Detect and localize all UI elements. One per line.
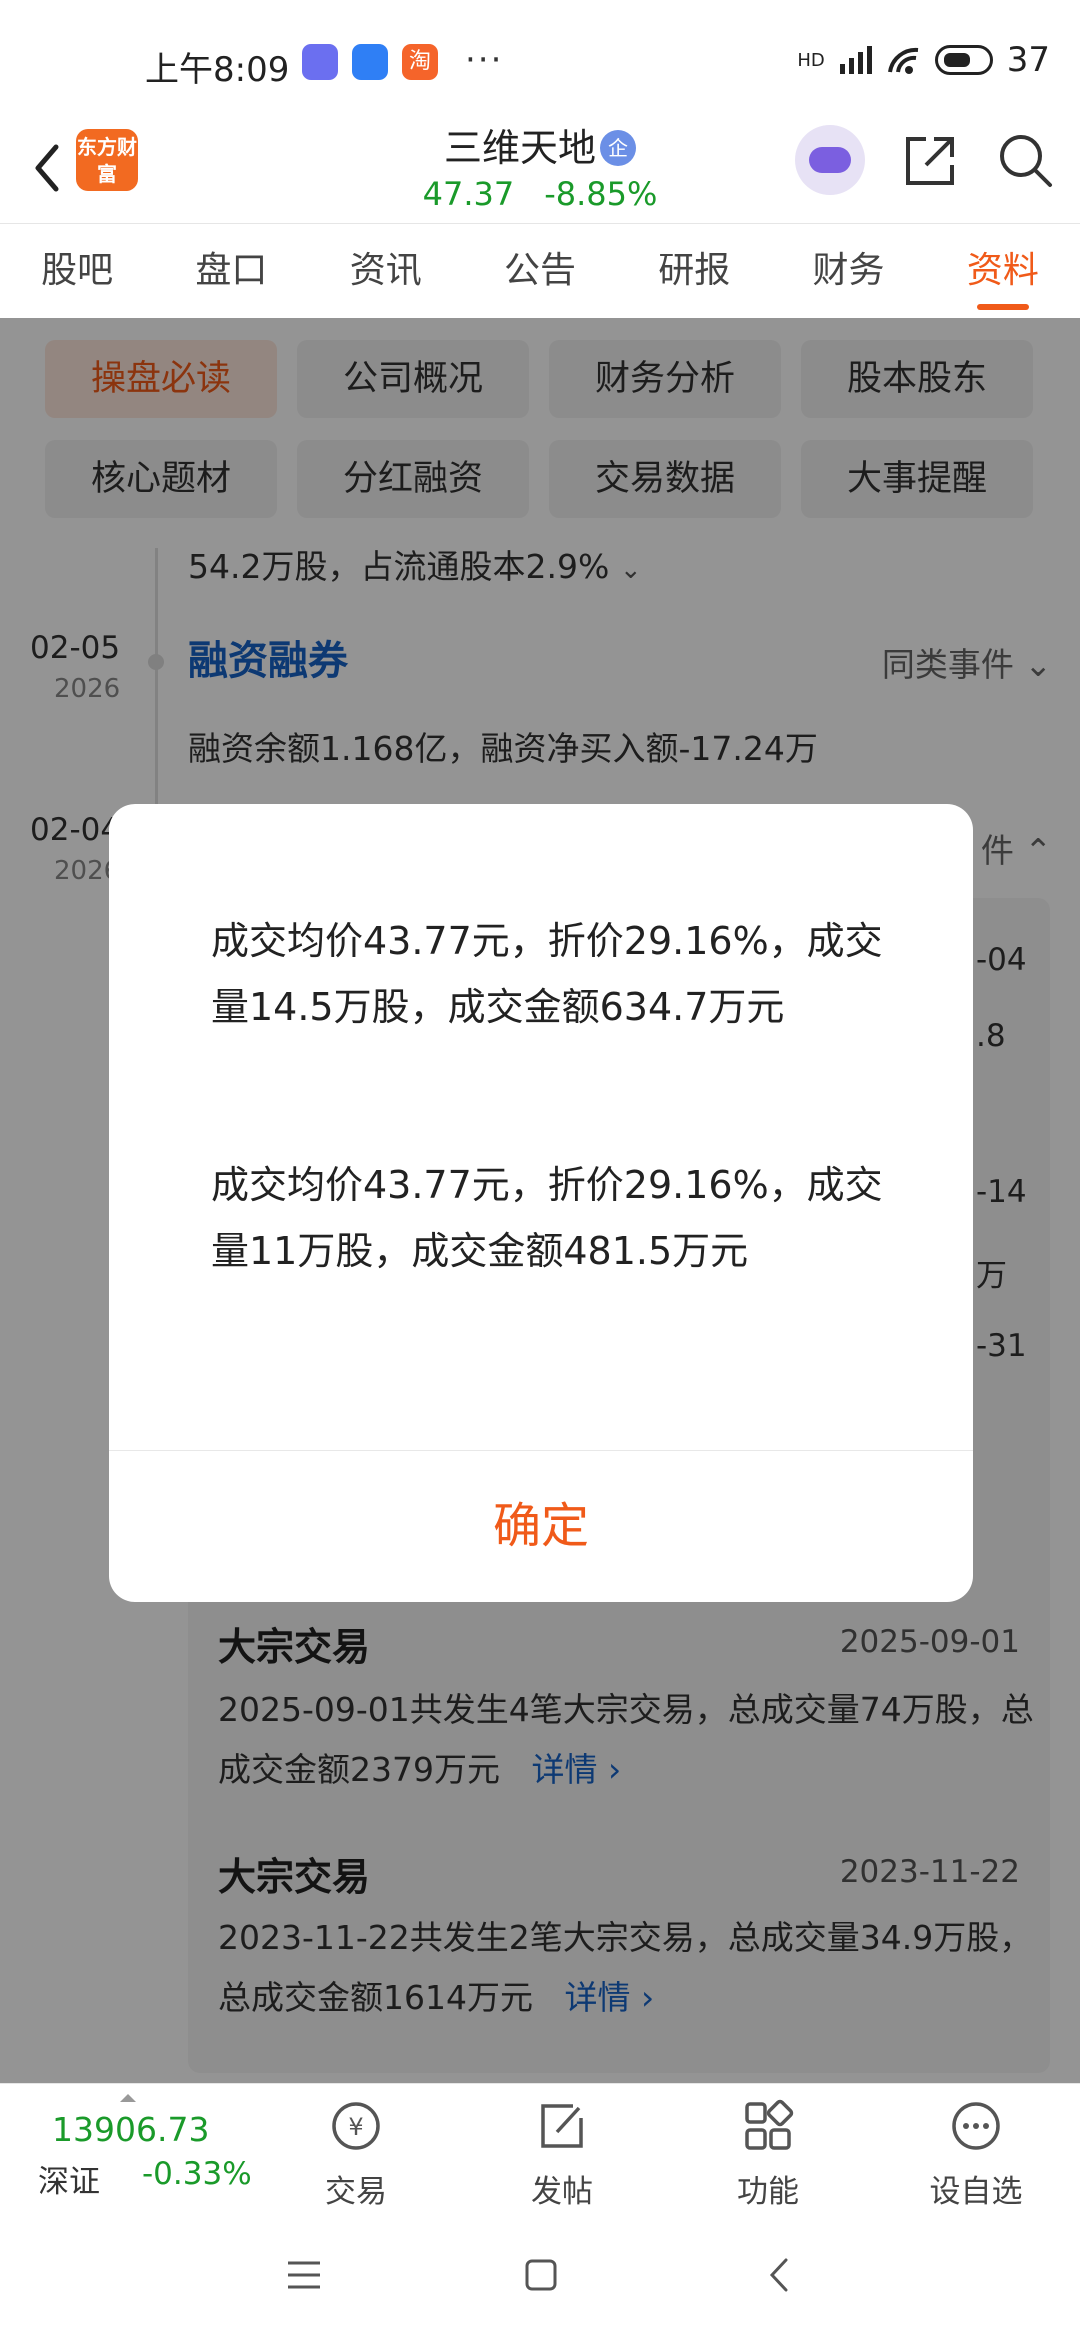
index-value[interactable]: 13906.73 bbox=[52, 2110, 209, 2149]
dialog-paragraph: 成交均价43.77元，折价29.16%，成交量11万股，成交金额481.5万元 bbox=[211, 1163, 883, 1273]
tab-announcements[interactable]: 公告 bbox=[463, 224, 617, 318]
svg-text:¥: ¥ bbox=[348, 2113, 363, 2141]
menu-icon[interactable] bbox=[286, 2260, 322, 2290]
chat-app-icon bbox=[302, 44, 338, 80]
grid-icon bbox=[745, 2099, 794, 2150]
trade-button[interactable]: ¥ 交易 bbox=[296, 2098, 416, 2211]
add-watchlist-button[interactable]: 设自选 bbox=[916, 2098, 1036, 2211]
home-icon[interactable] bbox=[524, 2258, 558, 2292]
back-nav-icon[interactable] bbox=[764, 2256, 794, 2294]
tab-guba[interactable]: 股吧 bbox=[0, 224, 154, 318]
stock-header: 东方财富 三维天地企 47.37 -8.85% bbox=[0, 115, 1080, 223]
trade-label: 交易 bbox=[325, 2174, 387, 2210]
signal-icon bbox=[839, 46, 872, 74]
confirm-button[interactable]: 确定 bbox=[109, 1451, 973, 1602]
index-name: 深证 bbox=[38, 2164, 100, 2200]
ai-assistant-avatar[interactable] bbox=[795, 125, 865, 195]
post-icon bbox=[541, 2104, 583, 2148]
more-icon bbox=[952, 2102, 1000, 2150]
functions-label: 功能 bbox=[737, 2174, 799, 2210]
tab-pankou[interactable]: 盘口 bbox=[154, 224, 308, 318]
index-change: -0.33% bbox=[142, 2156, 252, 2192]
dialog-paragraph: 成交均价43.77元，折价29.16%，成交量14.5万股，成交金额634.7万… bbox=[211, 919, 883, 1029]
expand-caret-icon[interactable] bbox=[120, 2094, 136, 2102]
status-time: 上午8:09 bbox=[145, 50, 290, 90]
tab-bar: 股吧 盘口 资讯 公告 研报 财务 资料 bbox=[0, 223, 1080, 318]
network-label: HD bbox=[797, 49, 825, 71]
taobao-app-icon: 淘 bbox=[402, 44, 438, 80]
search-icon[interactable] bbox=[996, 131, 1054, 189]
mail-app-icon bbox=[352, 44, 388, 80]
add-watchlist-label: 设自选 bbox=[929, 2174, 1023, 2210]
bottom-bar: 13906.73 深证 -0.33% ¥ 交易 发帖 功能 设自选 bbox=[0, 2083, 1080, 2210]
post-button[interactable]: 发帖 bbox=[502, 2098, 622, 2211]
tab-profile[interactable]: 资料 bbox=[926, 224, 1080, 318]
more-notifications-icon: ··· bbox=[465, 40, 504, 80]
wifi-icon bbox=[887, 47, 918, 74]
post-label: 发帖 bbox=[531, 2174, 593, 2210]
share-icon[interactable] bbox=[902, 133, 958, 189]
stock-price: 47.37 bbox=[422, 175, 515, 213]
trade-icon: ¥ bbox=[332, 2102, 380, 2150]
trade-detail-dialog: 成交均价43.77元，折价29.16%，成交量14.5万股，成交金额634.7万… bbox=[109, 804, 973, 1602]
status-bar: 上午8:09 淘 ··· HD 37 bbox=[0, 0, 1080, 115]
tab-research[interactable]: 研报 bbox=[617, 224, 771, 318]
battery-level: 37 bbox=[1006, 40, 1050, 80]
battery-icon bbox=[934, 45, 993, 75]
stock-name: 三维天地 bbox=[443, 126, 596, 170]
enterprise-badge-icon: 企 bbox=[600, 130, 636, 166]
system-nav-bar bbox=[0, 2210, 1080, 2340]
tab-news[interactable]: 资讯 bbox=[309, 224, 463, 318]
tab-finance[interactable]: 财务 bbox=[771, 224, 925, 318]
stock-change: -8.85% bbox=[544, 175, 658, 213]
functions-button[interactable]: 功能 bbox=[708, 2098, 828, 2211]
